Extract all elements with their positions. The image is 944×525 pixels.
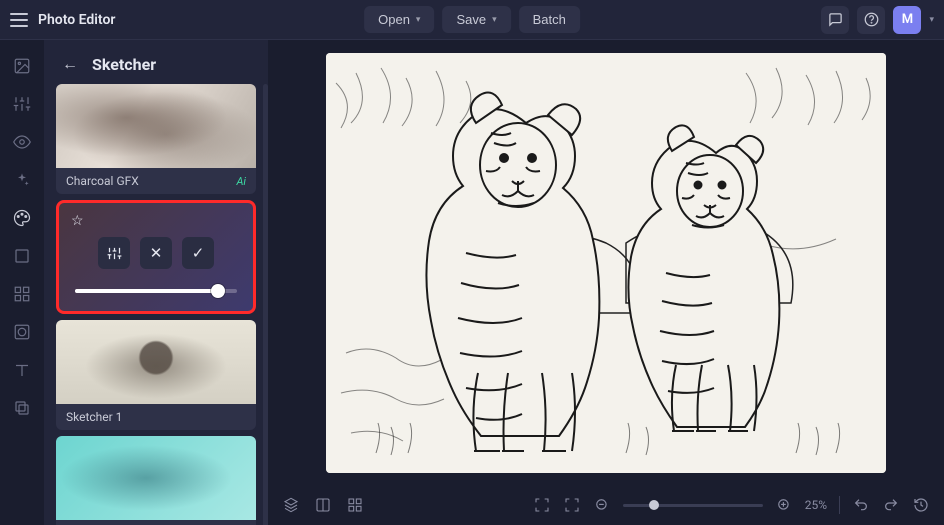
zoom-thumb[interactable] xyxy=(649,500,659,510)
help-icon[interactable] xyxy=(857,6,885,34)
open-button[interactable]: Open▾ xyxy=(364,6,434,33)
effect-thumbnail xyxy=(56,84,256,168)
effect-card-charcoal[interactable]: Charcoal GFX Ai xyxy=(56,84,256,194)
apply-button[interactable]: ✓ xyxy=(182,237,214,269)
canvas-preview[interactable] xyxy=(326,53,886,473)
back-icon[interactable]: ← xyxy=(60,54,80,74)
panel-title: Sketcher xyxy=(92,55,156,74)
menu-icon[interactable] xyxy=(10,13,28,27)
compare-icon[interactable] xyxy=(314,496,332,514)
effect-card-sketcher2[interactable]: Sketcher 2 xyxy=(56,436,256,525)
layers-icon[interactable] xyxy=(282,496,300,514)
bottom-toolbar: 25% xyxy=(268,485,944,525)
grid-view-icon[interactable] xyxy=(346,496,364,514)
effect-label: Sketcher 1 xyxy=(66,410,122,424)
effect-thumbnail xyxy=(56,320,256,404)
rail-layers-icon[interactable] xyxy=(12,398,32,418)
settings-button[interactable] xyxy=(98,237,130,269)
effect-card-sketcher1[interactable]: Sketcher 1 xyxy=(56,320,256,430)
tool-rail xyxy=(0,40,44,525)
rail-adjust-icon[interactable] xyxy=(12,94,32,114)
app-title: Photo Editor xyxy=(38,12,115,28)
rail-grid-icon[interactable] xyxy=(12,284,32,304)
chevron-down-icon: ▾ xyxy=(416,14,421,25)
feedback-icon[interactable] xyxy=(821,6,849,34)
chevron-down-icon[interactable]: ▾ xyxy=(929,15,934,25)
redo-icon[interactable] xyxy=(882,496,900,514)
rail-image-icon[interactable] xyxy=(12,56,32,76)
active-effect-controls: ☆ ✕ ✓ xyxy=(56,200,256,314)
actual-size-icon[interactable] xyxy=(563,496,581,514)
batch-button[interactable]: Batch xyxy=(519,6,580,33)
undo-icon[interactable] xyxy=(852,496,870,514)
avatar[interactable]: M xyxy=(893,6,921,34)
effects-panel: ← Sketcher Charcoal GFX Ai ☆ ✕ ✓ xyxy=(44,40,268,525)
rail-crop-icon[interactable] xyxy=(12,246,32,266)
rail-effects-icon[interactable] xyxy=(12,208,32,228)
chevron-down-icon: ▾ xyxy=(492,14,497,25)
fit-screen-icon[interactable] xyxy=(533,496,551,514)
save-button[interactable]: Save▾ xyxy=(442,6,510,33)
rail-text-icon[interactable] xyxy=(12,360,32,380)
rail-eye-icon[interactable] xyxy=(12,132,32,152)
zoom-out-icon[interactable] xyxy=(593,496,611,514)
top-toolbar: Photo Editor Open▾ Save▾ Batch M ▾ xyxy=(0,0,944,40)
effect-label: Charcoal GFX xyxy=(66,174,139,188)
history-icon[interactable] xyxy=(912,496,930,514)
zoom-slider[interactable] xyxy=(623,504,763,507)
favorite-icon[interactable]: ☆ xyxy=(71,213,241,229)
zoom-in-icon[interactable] xyxy=(775,496,793,514)
cancel-button[interactable]: ✕ xyxy=(140,237,172,269)
rail-ai-icon[interactable] xyxy=(12,170,32,190)
slider-thumb[interactable] xyxy=(211,284,225,298)
rail-shape-icon[interactable] xyxy=(12,322,32,342)
zoom-percent: 25% xyxy=(805,498,827,512)
ai-badge: Ai xyxy=(236,175,246,188)
intensity-slider[interactable] xyxy=(75,289,237,293)
effect-thumbnail xyxy=(56,436,256,520)
